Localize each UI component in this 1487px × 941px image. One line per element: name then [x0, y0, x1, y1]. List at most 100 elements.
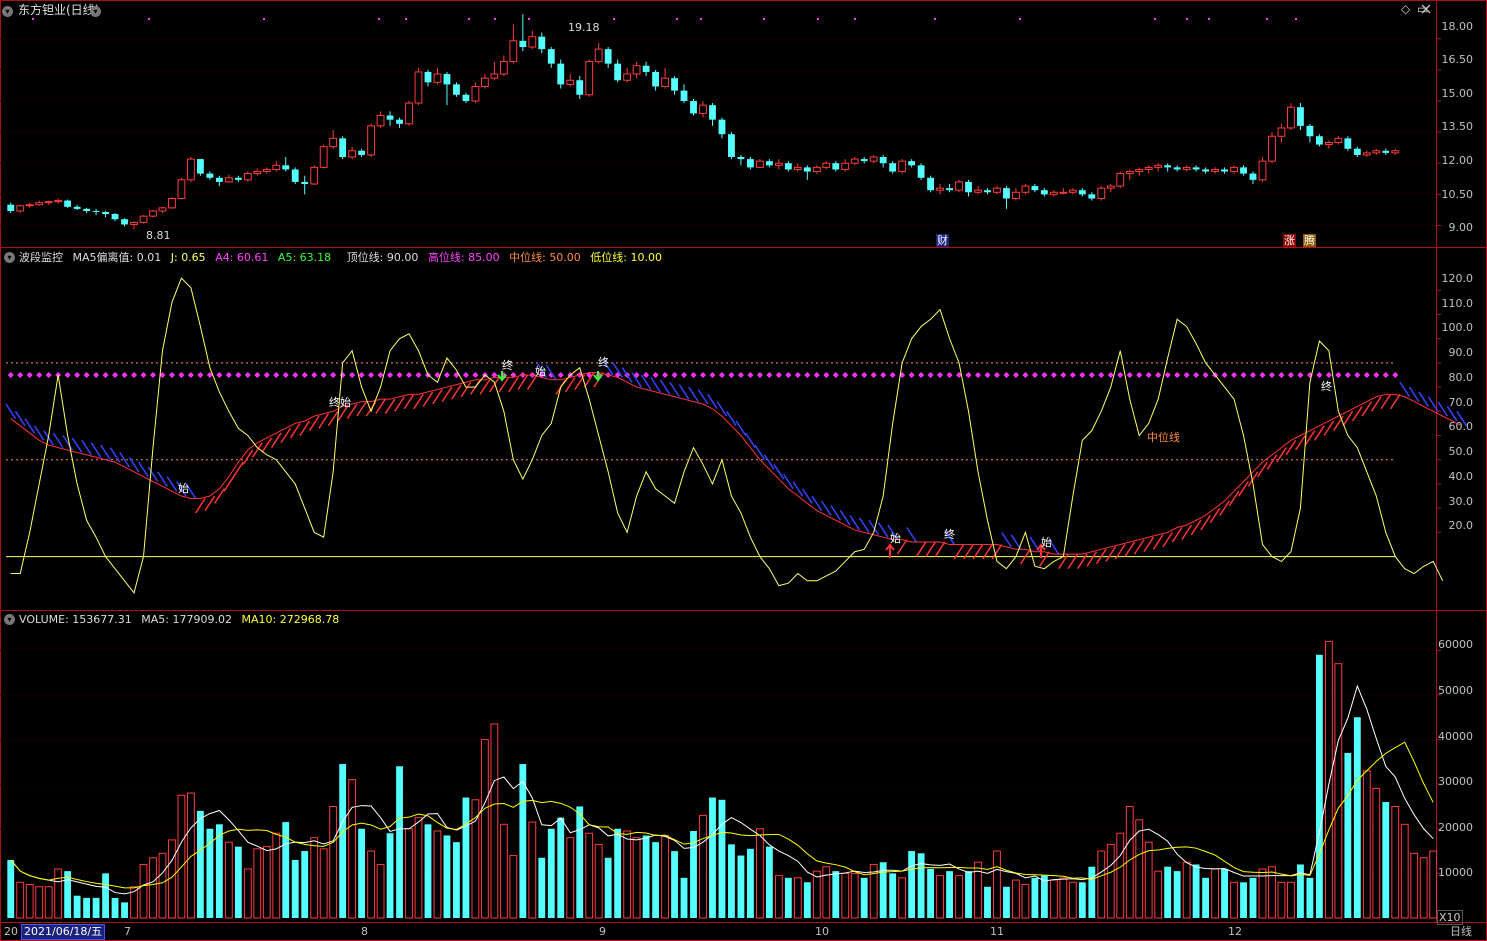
period-label[interactable]: 日线: [1450, 925, 1472, 938]
high-line-dot: [462, 371, 469, 378]
candle-body-down: [1173, 167, 1181, 170]
ma5-band-down: [773, 464, 785, 480]
volume-bar-down: [1031, 877, 1039, 918]
candle-body-up: [499, 61, 508, 75]
volume-bar-up: [1324, 640, 1333, 919]
high-line-dot: [131, 371, 138, 378]
candle-body-up: [433, 73, 442, 83]
candle-body-down: [73, 206, 81, 209]
diamond-icon[interactable]: ◇: [1401, 3, 1410, 16]
candle-body-down: [832, 163, 840, 170]
candle-body-down: [908, 161, 916, 166]
month-tick: 11: [990, 925, 1004, 938]
volume-bar-up: [1144, 841, 1153, 919]
window-icon[interactable]: ▭: [1417, 3, 1428, 16]
ma5-band-down: [735, 420, 747, 436]
title-dropdown-icon[interactable]: ▾: [90, 6, 101, 17]
candle-body-up: [253, 171, 262, 175]
candle-body-down: [1040, 190, 1048, 195]
candle-body-up: [168, 198, 176, 209]
vol-tick: 40000: [1438, 730, 1473, 743]
event-marker: [468, 18, 470, 20]
volume-bar-up: [1362, 770, 1371, 919]
high-line-dot: [1297, 371, 1304, 378]
candle-body-up: [319, 146, 328, 168]
osc-tick: 20.0: [1448, 519, 1474, 532]
flag-cai[interactable]: 财: [936, 234, 949, 247]
volume-bar-up: [1106, 843, 1115, 919]
month-tick: 8: [361, 925, 368, 938]
candle-body-down: [1192, 167, 1200, 170]
high-line-dot: [339, 371, 346, 378]
volume-bar-down: [358, 828, 366, 918]
candle-body-down: [879, 157, 887, 164]
candle-body-up: [1116, 173, 1125, 187]
high-line-dot: [937, 371, 944, 378]
candle-body-down: [557, 63, 565, 85]
candle-body-up: [585, 61, 594, 96]
signal-end-label: 终: [502, 359, 513, 372]
vol-tick: 20000: [1438, 821, 1473, 834]
high-line-dot: [1145, 371, 1152, 378]
candle-body-up: [755, 160, 764, 168]
volume-bar-down: [747, 848, 754, 918]
volume-bar-up: [329, 805, 338, 919]
volume-bar-down: [860, 877, 868, 918]
volume-bar-up: [54, 868, 63, 919]
candle-body-down: [1297, 107, 1304, 126]
volume-bar-up: [187, 792, 195, 919]
volume-bar-down: [671, 851, 678, 918]
osc-header: 波段监控 MA5偏离值: 0.01 J: 0.65 A4: 60.61 A5: …: [19, 251, 662, 264]
event-marker: [263, 18, 265, 20]
volume-bar-down: [7, 860, 15, 918]
osc-collapse-icon[interactable]: ▾: [4, 252, 15, 263]
high-line-dot: [993, 371, 1000, 378]
ma5-band-up: [422, 391, 434, 407]
month-tick: 7: [124, 925, 131, 938]
ma5-band-up: [195, 498, 206, 514]
volume-bar-down: [206, 828, 214, 918]
candle-body-up: [1287, 106, 1295, 129]
volume-bar-up: [661, 834, 669, 919]
volume-bar-down: [832, 871, 840, 918]
event-marker: [934, 18, 936, 20]
month-tick: 10: [815, 925, 829, 938]
ma5-band-up: [1133, 539, 1145, 555]
candle-body-down: [7, 204, 15, 211]
candle-body-down: [1240, 167, 1247, 174]
high-line-dot: [168, 371, 175, 378]
high-line-dot: [330, 371, 337, 378]
ma5-band-up: [1086, 551, 1098, 567]
volume-bar-down: [576, 806, 584, 918]
selected-date[interactable]: 2021/06/18/五: [21, 924, 106, 940]
high-line-dot: [756, 371, 763, 378]
high-line-dot: [1344, 371, 1351, 378]
flag-zhang[interactable]: 涨: [1283, 234, 1296, 247]
high-line-dot: [1060, 371, 1067, 378]
volume-bar-down: [917, 853, 925, 918]
volume-bar-up: [367, 850, 376, 919]
high-line-dot: [728, 371, 735, 378]
candle-body-up: [1135, 168, 1144, 173]
collapse-icon[interactable]: ▾: [2, 6, 13, 17]
ma5-band-down: [688, 386, 699, 403]
vol-collapse-icon[interactable]: ▾: [4, 614, 15, 625]
volume-bar-up: [1059, 877, 1068, 919]
candle-body-up: [130, 221, 138, 225]
ma5-band-down: [1001, 531, 1012, 548]
flag-teng[interactable]: 腾: [1303, 234, 1316, 247]
candle-body-down: [946, 188, 953, 191]
ma5-band-up: [403, 393, 415, 410]
ma5-band-up: [479, 379, 491, 395]
volume-bar-up: [955, 875, 963, 919]
event-marker: [676, 18, 678, 20]
candle-body-down: [1078, 190, 1086, 195]
event-marker: [1154, 18, 1156, 20]
ma5-band-up: [507, 376, 519, 393]
candle-body-down: [803, 167, 811, 172]
candle-body-down: [765, 161, 773, 166]
high-line-dot: [794, 371, 801, 378]
high-line-dot: [1221, 371, 1228, 378]
high-line-dot: [813, 371, 820, 378]
ma5-band-down: [697, 389, 709, 405]
